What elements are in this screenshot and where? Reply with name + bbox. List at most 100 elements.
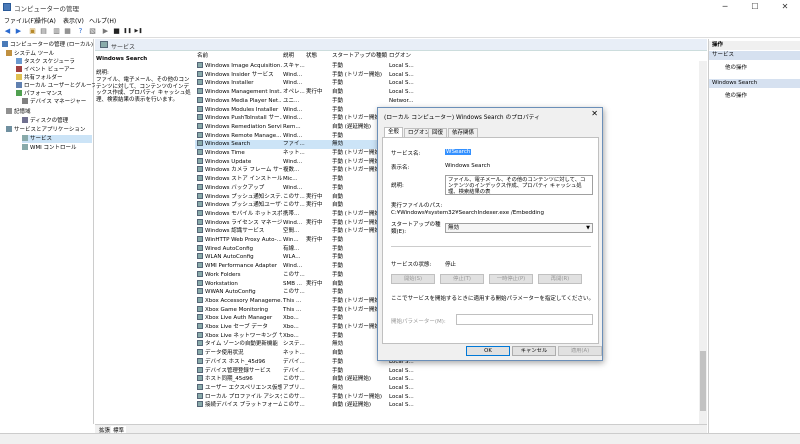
cell-logon: Local S... <box>389 376 414 383</box>
forward-icon[interactable]: ▶ <box>14 27 23 36</box>
cell-status: 実行中 <box>306 89 323 96</box>
column-header-status[interactable]: 状態 <box>306 52 317 61</box>
start-button[interactable]: 開始(S) <box>391 274 435 284</box>
table-row[interactable]: ユーザー エクスペリエンス仮想化...アプリ... 無効 Local S... <box>195 383 425 393</box>
cell-name-text: Windows Update <box>205 158 252 165</box>
column-header-description[interactable]: 説明 <box>283 52 294 61</box>
table-row[interactable]: 接続デバイス プラットフォーム サ...このサ... 自動 (遅延開始) Local… <box>195 401 425 410</box>
maximize-button[interactable]: ☐ <box>740 0 770 14</box>
tree-item-wmi-control[interactable]: WMI コントロール <box>22 144 77 152</box>
folder-icon <box>16 74 22 80</box>
actions-section-services[interactable]: サービス <box>709 51 800 60</box>
tree-item-event-viewer[interactable]: イベント ビューアー <box>16 66 75 74</box>
cell-name-text: Windows Installer <box>205 80 254 87</box>
cell-description: Wind... <box>283 71 303 78</box>
tree-item-local-users[interactable]: ローカル ユーザーとグループ <box>16 82 97 90</box>
performance-icon <box>16 90 22 96</box>
back-icon[interactable]: ◀ <box>3 27 12 36</box>
tree-item-services-apps[interactable]: サービスとアプリケーション <box>6 126 85 134</box>
stop-icon[interactable]: ■ <box>112 27 121 36</box>
tree-item-device-manager[interactable]: デバイス マネージャー <box>22 98 86 106</box>
cell-name-text: タイム ゾーンの自動更新機能 <box>205 341 278 348</box>
table-row[interactable]: ローカル プロファイル アシスタン...このサ... 手動 (トリガー開始) Loc… <box>195 392 425 402</box>
cell-description: スキャ... <box>283 63 305 69</box>
tree-item-computer-management[interactable]: コンピューターの管理 (ローカル) <box>2 41 93 49</box>
tree-item-disk-management[interactable]: ディスクの管理 <box>22 117 68 125</box>
dialog-tab-general[interactable]: 全般 <box>384 127 404 137</box>
cell-name-text: Windows プッシュ通知ユーザー... <box>205 202 282 209</box>
service-icon <box>197 323 203 329</box>
menu-file[interactable]: ファイル(F) <box>4 16 36 25</box>
service-icon <box>197 201 203 208</box>
service-icon <box>197 314 203 321</box>
actions-section-windows-search[interactable]: Windows Search <box>709 79 800 88</box>
table-row[interactable]: デバイス管理登録サービス デバイ... 手動 Local S... <box>195 366 425 376</box>
description-field[interactable]: ファイル、電子メール、その他のコンテンツに対して、コンテンツのインデックス作成、… <box>445 175 593 195</box>
dialog-tab-recovery[interactable]: 回復 <box>428 128 448 137</box>
cell-name-text: Xbox Game Monitoring <box>205 306 268 313</box>
refresh-icon[interactable]: ▧ <box>88 27 97 36</box>
menu-help[interactable]: ヘルプ(H) <box>89 16 116 25</box>
service-icon <box>197 288 203 295</box>
table-row[interactable]: Windows Insider サービス Wind... 手動 (トリガー開始) Lo… <box>195 70 425 80</box>
tree-item-services[interactable]: サービス <box>22 135 92 143</box>
computer-management-icon <box>3 3 11 11</box>
pause-icon[interactable]: ❚❚ <box>123 27 132 36</box>
close-button[interactable]: ✕ <box>770 0 800 14</box>
scrollbar-thumb[interactable] <box>700 351 706 411</box>
export-icon[interactable]: ▥ <box>52 27 61 36</box>
pause-button[interactable]: 一時停止(P) <box>489 274 533 284</box>
tree-item-system-tools[interactable]: システム ツール <box>6 50 54 58</box>
play-icon[interactable]: ▶ <box>101 27 110 36</box>
cell-name: Windows 認識サービス <box>197 227 282 236</box>
cell-name: デバイス ホスト_45d96 <box>197 357 282 367</box>
cell-name-text: WinHTTP Web Proxy Auto-... <box>205 237 282 243</box>
tree-item-performance[interactable]: パフォーマンス <box>16 90 62 98</box>
tree-item-storage[interactable]: 記憶域 <box>6 108 31 116</box>
action-more-services[interactable]: 他の操作 <box>725 63 747 71</box>
cell-description: SMB ... <box>283 280 303 287</box>
ok-button[interactable]: OK <box>466 346 510 356</box>
service-icon <box>197 357 203 364</box>
up-icon[interactable]: ▣ <box>28 27 37 36</box>
show-hide-tree-icon[interactable]: ▤ <box>39 27 48 36</box>
column-header-logon[interactable]: ログオン <box>389 52 411 61</box>
dialog-tab-dependencies[interactable]: 依存関係 <box>448 128 479 137</box>
cell-name: デバイス管理登録サービス <box>197 366 282 376</box>
start-parameters-hint: ここでサービスを開始するときに適用する開始パラメーターを指定してください。 <box>391 296 595 302</box>
view-tabs: 拡張 標準 <box>95 424 707 434</box>
service-name-value[interactable]: WSearch <box>445 149 472 155</box>
start-parameters-input[interactable] <box>456 314 593 325</box>
service-icon <box>197 62 203 68</box>
vertical-scrollbar[interactable] <box>699 61 707 424</box>
restart-icon[interactable]: ▶❚ <box>134 27 143 36</box>
table-row[interactable]: Windows Installer Wind... 手動 Local S... <box>195 79 425 88</box>
tree-item-task-scheduler[interactable]: タスク スケジューラ <box>16 58 75 66</box>
table-row[interactable]: ホスト同期_45d96 このサ... 自動 (遅延開始) Local S... <box>195 375 425 384</box>
startup-type-select[interactable]: 無効 ▼ <box>445 223 593 233</box>
cell-name: WLAN AutoConfig <box>197 253 282 262</box>
table-row[interactable]: Windows Management Inst... オペレ... 実行中 自動 Loc… <box>195 88 425 97</box>
tree-item-shared-folders[interactable]: 共有フォルダー <box>16 74 63 82</box>
apply-button[interactable]: 適用(A) <box>558 346 602 356</box>
minimize-button[interactable]: ─ <box>710 0 740 14</box>
properties-icon[interactable]: ▦ <box>63 27 72 36</box>
cell-name: Windows Remote Manage... <box>197 131 282 141</box>
storage-icon <box>6 108 12 114</box>
divider <box>391 246 591 247</box>
cancel-button[interactable]: キャンセル <box>512 346 556 356</box>
actions-title: 操作 <box>709 41 800 50</box>
resume-button[interactable]: 再開(R) <box>538 274 582 284</box>
table-row[interactable]: Windows Media Player Net... ユニ... 手動 Networ… <box>195 96 425 106</box>
menu-action[interactable]: 操作(A) <box>35 16 56 25</box>
stop-button[interactable]: 停止(T) <box>440 274 484 284</box>
help-icon[interactable]: ? <box>76 27 85 36</box>
menu-view[interactable]: 表示(V) <box>63 16 84 25</box>
column-header-name[interactable]: 名前 <box>197 52 208 61</box>
action-more-windows-search[interactable]: 他の操作 <box>725 91 747 99</box>
column-header-startup[interactable]: スタートアップの種類 <box>332 52 387 61</box>
dialog-close-icon[interactable]: ✕ <box>591 109 598 118</box>
cell-name: Xbox Accessory Manageme... <box>197 296 282 306</box>
table-row[interactable]: Windows Image Acquisition... スキャ... 手動 Loca… <box>195 62 425 71</box>
toolbar: ◀ ▶ ▣ ▤ ▥ ▦ ? ▧ ▶ ■ ❚❚ ▶❚ <box>0 25 800 38</box>
